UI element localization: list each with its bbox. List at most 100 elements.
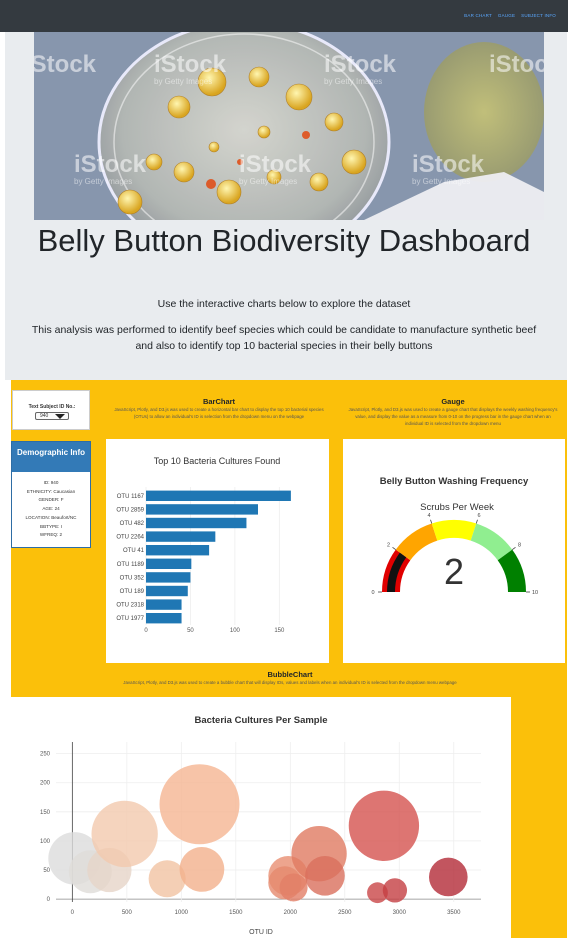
gauge-tick	[475, 519, 478, 524]
bar-mark[interactable]	[146, 572, 191, 583]
nav-links: BAR CHART GAUGE SUBJECT INFO	[464, 13, 556, 18]
hero-petri-dish-image: iStock iStock iStock iStock iStock iStoc…	[34, 32, 544, 220]
bubble-mark[interactable]	[348, 790, 420, 861]
bubble-chart[interactable]: Bacteria Cultures Per Sample 0 50 100 150 20…	[11, 697, 511, 938]
barchart-panel-title: BarChart	[202, 397, 236, 406]
bar-mark[interactable]	[146, 585, 188, 597]
bar-mark[interactable]	[146, 504, 258, 515]
bubble-x-tick-label: 2500	[338, 910, 352, 916]
gauge-chart-title: Belly Button Washing Frequency	[380, 476, 529, 487]
navbar: BAR CHART GAUGE SUBJECT INFO	[0, 0, 568, 32]
watermark-sub-text: by Getty Images	[239, 177, 297, 186]
bubble-y-tick-label: 150	[40, 810, 51, 816]
page-description: This analysis was performed to identify …	[31, 324, 537, 352]
gauge-tick-label: 10	[532, 590, 538, 596]
gauge-tick	[392, 547, 396, 551]
gauge-chart[interactable]: Belly Button Washing Frequency Scrubs Pe…	[343, 439, 565, 663]
bubble-y-tick-label: 0	[47, 897, 51, 903]
gauge-chart-card: Belly Button Washing Frequency Scrubs Pe…	[343, 439, 565, 663]
nav-link-gauge[interactable]: GAUGE	[498, 13, 515, 18]
bar-chart-title: Top 10 Bacteria Cultures Found	[154, 456, 281, 466]
gauge-band	[431, 520, 477, 541]
demographic-row: GENDER: F	[38, 497, 64, 503]
gauge-panel-title: Gauge	[441, 397, 465, 406]
bubble-y-tick-label: 200	[40, 781, 51, 787]
demographic-row: WFREQ: 2	[39, 532, 63, 538]
watermark-sub-text: by Getty Images	[412, 177, 470, 186]
bar-category-label: OTU 2859	[116, 507, 144, 513]
barchart-panel-description: JavaScript, Plotly, and D3.js was used t…	[114, 407, 324, 419]
bubble-panel-header: BubbleChart JavaScript, Plotly, and D3.j…	[80, 670, 500, 686]
page-subtitle: Use the interactive charts below to expl…	[157, 298, 411, 310]
gauge-tick-label: 0	[371, 590, 374, 596]
bar-mark[interactable]	[146, 531, 216, 542]
bar-x-tick-label: 100	[230, 628, 241, 634]
subject-id-value: 940	[40, 413, 49, 419]
bar-category-label: OTU 2318	[116, 603, 144, 609]
bubble-mark[interactable]	[428, 857, 468, 897]
demographic-row: ID: 940	[43, 480, 59, 485]
bar-category-label: OTU 352	[120, 575, 145, 581]
demographic-row: AGE: 24	[42, 506, 60, 512]
bubble-x-axis-label: OTU ID	[249, 929, 273, 936]
gauge-tick-label: 4	[427, 513, 430, 519]
nav-link-barchart[interactable]: BAR CHART	[464, 13, 492, 18]
watermark-text: iStock	[489, 51, 544, 78]
bar-mark[interactable]	[146, 517, 247, 529]
bar-x-tick-label: 150	[274, 628, 285, 634]
bubble-x-tick-label: 500	[122, 910, 133, 916]
demographic-info-card: Demographic Info ID: 940 ETHNICITY: Cauc…	[11, 441, 91, 548]
bar-mark[interactable]	[146, 599, 182, 610]
subject-selector-label: Text Subject ID No.:	[28, 404, 76, 410]
bubble-chart-title: Bacteria Cultures Per Sample	[194, 715, 327, 726]
bubble-mark[interactable]	[305, 856, 345, 896]
bar-category-label: OTU 1167	[117, 494, 145, 500]
bar-category-label: OTU 1977	[116, 616, 144, 622]
bubble-y-tick-label: 50	[43, 868, 50, 874]
bubble-chart-card: Bacteria Cultures Per Sample 0 50 100 150 20…	[11, 697, 511, 938]
watermark-text: iStock	[154, 51, 227, 78]
bubble-mark[interactable]	[382, 878, 408, 903]
bar-x-tick-label: 50	[187, 628, 194, 634]
watermark-sub-text: by Getty Images	[74, 177, 132, 186]
bar-mark[interactable]	[146, 613, 182, 624]
demographic-row: ETHNICITY: Caucasian	[26, 488, 76, 494]
bubble-y-tick-label: 100	[40, 839, 51, 845]
bar-mark[interactable]	[146, 545, 210, 556]
bubble-panel-title: BubbleChart	[267, 670, 313, 679]
gauge-tick	[430, 519, 433, 524]
watermark-sub-text: by Getty Images	[154, 77, 212, 86]
bar-chart-card: Top 10 Bacteria Cultures Found OTU 1167 O…	[106, 439, 329, 663]
gauge-panel-header: Gauge JavaScript, Plotly, and D3.js was …	[348, 397, 558, 427]
dropdown-arrow-icon	[55, 414, 65, 419]
gauge-tick-label: 6	[477, 513, 480, 519]
demographic-row: LOCATION: Beaufort/NC	[25, 514, 77, 520]
bar-category-label: OTU 482	[120, 521, 145, 527]
bubble-x-tick-label: 2000	[284, 910, 298, 916]
page-title: Belly Button Biodiversity Dashboard	[37, 223, 531, 258]
nav-link-subject-info[interactable]: SUBJECT INFO	[521, 13, 556, 18]
bar-category-label: OTU 41	[123, 548, 145, 554]
bubble-mark[interactable]	[159, 764, 240, 845]
bar-category-label: OTU 2264	[116, 535, 144, 541]
bubble-x-tick-label: 0	[71, 910, 75, 916]
gauge-tick	[512, 547, 516, 551]
subject-id-dropdown[interactable]: 940	[35, 412, 69, 420]
watermark-sub-text: by Getty Images	[324, 77, 382, 86]
gauge-subtitle: Scrubs Per Week	[420, 502, 494, 513]
bar-mark[interactable]	[146, 558, 192, 569]
dashboard-background-right	[511, 697, 567, 938]
bar-chart[interactable]: Top 10 Bacteria Cultures Found OTU 1167 O…	[106, 439, 329, 663]
bar-mark[interactable]	[146, 490, 291, 501]
bubble-x-tick-label: 1000	[175, 910, 189, 916]
watermark-text: iStock	[239, 151, 312, 178]
bubble-mark[interactable]	[91, 800, 158, 868]
gauge-tick-label: 2	[387, 542, 390, 548]
gauge-panel-description: JavaScript, Plotly, and D3.js was used t…	[348, 407, 558, 426]
watermark-text: iStock	[412, 151, 485, 178]
gauge-value: 2	[444, 551, 464, 592]
bubble-mark[interactable]	[279, 873, 308, 902]
bubble-x-tick-label: 1500	[229, 910, 243, 916]
watermark-text: iStock	[324, 51, 397, 78]
bubble-mark[interactable]	[179, 847, 225, 892]
